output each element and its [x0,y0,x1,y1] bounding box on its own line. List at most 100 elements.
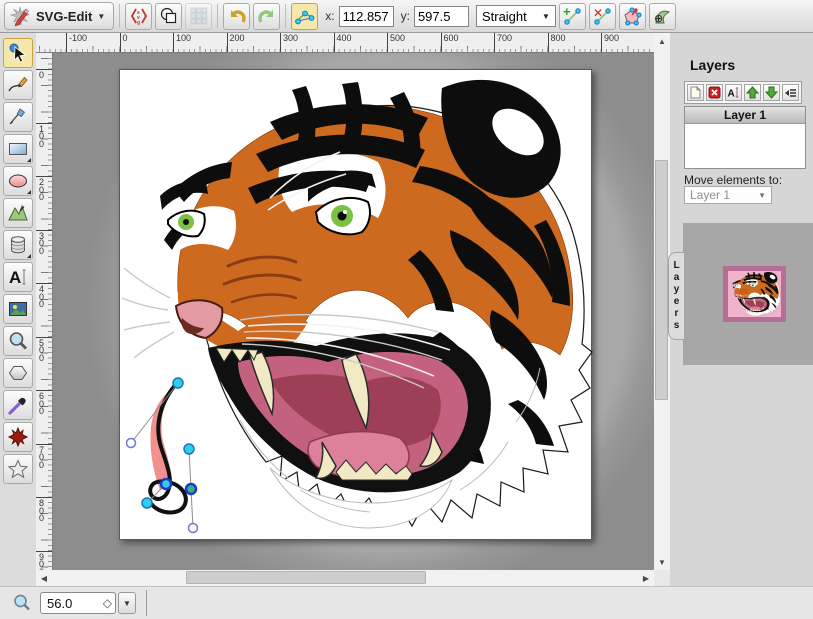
zoom-level-value: 56.0 [47,596,103,611]
tool-text[interactable]: A [3,262,33,292]
shapes-icon [159,6,179,26]
segment-type-select[interactable]: Straight ▼ [476,5,556,27]
redo-icon [256,5,278,27]
scrollbar-corner [654,570,670,586]
path-tool-icon [7,202,29,224]
y-coordinate-label: y: [401,9,410,23]
tool-image[interactable] [3,294,33,324]
segment-type-arrow-icon: ▼ [542,12,550,21]
pencil-tool-icon [7,74,29,96]
y-coordinate-input[interactable] [414,6,469,27]
text-tool-icon: A [7,266,29,288]
main-menu-button[interactable]: SVG-Edit ▼ [4,2,114,30]
layers-panel-toggle-tab[interactable]: Layers [668,252,684,340]
source-code-icon: s v g [129,6,149,26]
ruler-tick-label: 300 [280,33,298,53]
tool-rectangle[interactable] [3,134,33,164]
tool-shape-library[interactable] [3,230,33,260]
document-thumbnail[interactable] [723,266,786,322]
shape-library-icon [7,234,29,256]
open-path-icon [621,5,643,27]
move-elements-value: Layer 1 [690,188,730,202]
open-path-button[interactable] [619,3,646,30]
add-node-button[interactable]: + [559,3,586,30]
layer-more-button[interactable] [782,84,799,101]
grid-button[interactable] [185,3,212,30]
tool-select[interactable] [3,38,33,68]
select-tool-icon [7,42,29,64]
add-subpath-button[interactable]: ⊕ [649,3,676,30]
tiger-drawing [120,70,593,541]
link-control-points-toggle[interactable] [291,3,318,30]
x-coordinate-input[interactable] [339,6,394,27]
rename-layer-button[interactable]: A [725,84,742,101]
zoom-preset-dropdown-button[interactable]: ▼ [118,592,136,614]
new-layer-button[interactable] [687,84,704,101]
ruler-tick-label: 500 [387,33,405,53]
svg-edit-logo-icon [9,5,31,27]
tool-splat[interactable] [3,422,33,452]
delete-layer-button[interactable] [706,84,723,101]
svg-text:+: + [563,5,571,19]
tool-pencil[interactable] [3,70,33,100]
link-control-points-icon [294,5,316,27]
zoom-dropdown-arrow-icon: ▼ [123,599,131,608]
ruler-tick-label: 600 [441,33,459,53]
left-tool-palette: A [0,33,36,619]
redo-button[interactable] [253,3,280,30]
edited-path-shape[interactable] [149,383,186,512]
horizontal-scrollbar[interactable]: ◀ ▶ [36,570,654,586]
layer-list: Layer 1 [684,106,806,169]
source-code-button[interactable]: s v g [125,3,152,30]
layer-list-item[interactable]: Layer 1 [685,107,805,124]
delete-node-button[interactable]: ✕ [589,3,616,30]
move-elements-select[interactable]: Layer 1 ▼ [684,186,772,204]
tool-path[interactable] [3,198,33,228]
scroll-down-button[interactable]: ▼ [654,554,670,570]
shapes-wireframe-button[interactable] [155,3,182,30]
horizontal-ruler: -10001002003004005006007008009001000 [36,33,654,53]
svg-document-canvas[interactable] [119,69,592,540]
zoom-level-icon [12,593,32,613]
ruler-tick-label: 6 0 0 [36,390,53,416]
ruler-tick-label: 7 0 0 [36,444,53,470]
tool-polygon[interactable] [3,358,33,388]
ruler-tick-label: 9 0 0 [36,551,53,571]
add-subpath-icon: ⊕ [651,5,673,27]
document-preview-region [683,223,813,365]
ruler-tick-label: 200 [227,33,245,53]
tool-star[interactable] [3,454,33,484]
tool-line[interactable] [3,102,33,132]
layers-panel: Layers A [670,33,813,619]
scroll-left-button[interactable]: ◀ [36,570,52,586]
undo-button[interactable] [223,3,250,30]
flyout-arrow [27,190,31,194]
move-layer-up-button[interactable] [744,84,761,101]
canvas-workspace[interactable] [53,53,654,570]
layer-more-icon [784,86,797,99]
tool-ellipse[interactable] [3,166,33,196]
ruler-tick-label: 4 0 0 [36,283,53,309]
ellipse-tool-icon [7,170,29,192]
bottom-bar-separator [146,590,147,616]
ruler-tick-label: 700 [494,33,512,53]
line-tool-icon [7,106,29,128]
move-layer-down-button[interactable] [763,84,780,101]
vertical-scroll-thumb[interactable] [655,160,668,400]
layers-panel-title: Layers [690,57,735,73]
polygon-tool-icon [7,362,29,384]
scroll-right-button[interactable]: ▶ [638,570,654,586]
layer-down-icon [765,86,778,99]
star-tool-icon [7,458,29,480]
zoom-level-input[interactable]: 56.0 ◇ [40,592,116,614]
ruler-tick-label: 2 0 0 [36,176,53,202]
toolbar-separator [217,4,218,28]
tool-zoom[interactable] [3,326,33,356]
horizontal-scroll-thumb[interactable] [186,571,426,584]
add-node-icon: + [561,5,583,27]
zoom-spinner-icon[interactable]: ◇ [103,596,112,610]
tool-eyedropper[interactable] [3,390,33,420]
scroll-up-button[interactable]: ▲ [654,33,670,49]
ruler-tick-label: 5 0 0 [36,337,53,363]
flyout-arrow [27,158,31,162]
